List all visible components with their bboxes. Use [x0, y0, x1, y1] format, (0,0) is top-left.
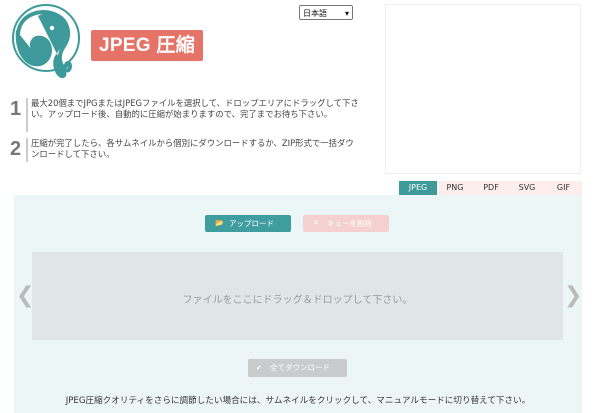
dropzone-text: ファイルをここにドラッグ＆ドロップして下さい。	[182, 295, 413, 306]
step-2: 2 圧縮が完了したら、各サムネイルから個別にダウンロードするか、ZIP形式で一括…	[10, 138, 360, 162]
close-icon: ✕	[313, 219, 319, 227]
upload-button-label: アップロード	[229, 219, 274, 228]
ad-placeholder	[385, 4, 581, 174]
chevron-down-icon: ▾	[344, 9, 349, 18]
tab-jpeg[interactable]: JPEG	[399, 181, 437, 195]
language-select-value: 日本語	[303, 9, 327, 18]
upload-button[interactable]: 📂 アップロード	[205, 215, 291, 232]
language-select[interactable]: 日本語 ▾	[299, 5, 353, 20]
clear-queue-button[interactable]: ✕ キューを削除	[303, 215, 389, 232]
download-all-button-label: 全てダウンロード	[270, 363, 330, 372]
footnote-text: JPEG圧縮クオリティをさらに調節したい場合には、サムネイルをクリックして、マニ…	[65, 396, 531, 406]
format-tabs: JPEG PNG PDF SVG GIF	[399, 181, 582, 195]
chevron-right-icon[interactable]: ❯	[564, 285, 582, 307]
download-all-button[interactable]: ✔ 全てダウンロード	[248, 359, 347, 377]
tab-gif[interactable]: GIF	[545, 181, 582, 195]
step-divider	[26, 98, 28, 132]
step-text: 圧縮が完了したら、各サムネイルから個別にダウンロードするか、ZIP形式で一括ダウ…	[31, 138, 354, 159]
folder-open-icon: 📂	[215, 219, 224, 227]
tab-png[interactable]: PNG	[437, 181, 473, 195]
clear-queue-button-label: キューを削除	[327, 219, 372, 228]
tab-pdf[interactable]: PDF	[473, 181, 509, 195]
page-title: JPEG 圧縮	[91, 30, 203, 61]
check-icon: ✔	[256, 364, 262, 372]
step-number: 1	[10, 98, 22, 120]
step-text: 最大20個までJPGまたはJPEGファイルを選択して、ドロップエリアにドラッグし…	[31, 98, 359, 119]
elephant-logo-icon	[8, 2, 84, 86]
step-divider	[26, 138, 28, 162]
step-number: 2	[10, 138, 22, 160]
dropzone[interactable]: ファイルをここにドラッグ＆ドロップして下さい。	[32, 252, 563, 340]
tab-svg[interactable]: SVG	[509, 181, 545, 195]
step-1: 1 最大20個までJPGまたはJPEGファイルを選択して、ドロップエリアにドラッ…	[10, 98, 360, 132]
